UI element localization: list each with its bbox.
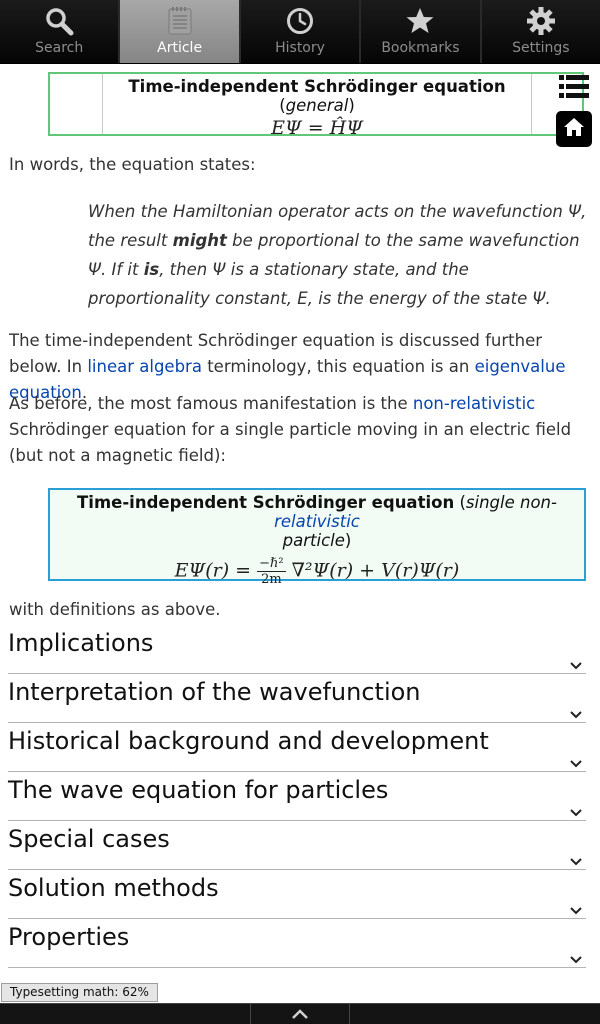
- section-title: Solution methods: [8, 874, 219, 902]
- tab-label: Bookmarks: [381, 40, 460, 56]
- definitions-text: with definitions as above.: [9, 600, 221, 619]
- tab-search[interactable]: Search: [0, 0, 121, 63]
- chevron-down-icon: [568, 806, 584, 820]
- paragraph-non-relativistic: As before, the most famous manifestation…: [9, 394, 572, 465]
- link-linear-algebra[interactable]: linear algebra: [87, 357, 202, 376]
- tab-bookmarks[interactable]: Bookmarks: [361, 0, 482, 63]
- article-content: Time-independent Schrödinger equation (g…: [0, 64, 600, 984]
- section-historical-background[interactable]: Historical background and development: [8, 723, 586, 772]
- list-icon: [559, 74, 589, 104]
- section-title: Properties: [8, 923, 130, 951]
- section-interpretation[interactable]: Interpretation of the wavefunction: [8, 674, 586, 723]
- top-tab-bar: Search Article History Bookmarks Setting…: [0, 0, 600, 64]
- table-of-contents-button[interactable]: [556, 70, 592, 108]
- equation-math: EΨ(r) = −ℏ² 2m ∇²Ψ(r) + V(r)Ψ(r): [174, 556, 460, 587]
- article-icon: [167, 5, 193, 37]
- equation-math: EΨ = ĤΨ: [271, 117, 363, 139]
- tab-label: Search: [35, 40, 84, 56]
- fraction: −ℏ² 2m: [257, 556, 286, 587]
- blockquote: When the Hamiltonian operator acts on th…: [88, 202, 587, 308]
- equation-title: Time-independent Schrödinger equation (s…: [77, 493, 557, 550]
- typesetting-status: Typesetting math: 62%: [1, 983, 158, 1002]
- equation-box-single-particle: Time-independent Schrödinger equation (s…: [48, 488, 586, 587]
- tab-label: History: [275, 40, 325, 56]
- gear-icon: [526, 5, 556, 37]
- scroll-up-button[interactable]: [250, 1004, 350, 1024]
- home-icon: [563, 117, 585, 141]
- section-title: Historical background and development: [8, 727, 489, 755]
- section-implications[interactable]: Implications: [8, 625, 586, 674]
- equation-box-general: Time-independent Schrödinger equation (g…: [48, 72, 584, 139]
- chevron-up-icon: [290, 1005, 310, 1024]
- clock-icon: [285, 5, 315, 37]
- section-title: Interpretation of the wavefunction: [8, 678, 421, 706]
- section-title: Implications: [8, 629, 154, 657]
- tab-label: Settings: [512, 40, 570, 56]
- section-title: Special cases: [8, 825, 170, 853]
- search-icon: [44, 5, 74, 37]
- star-icon: [405, 5, 435, 37]
- chevron-down-icon: [568, 855, 584, 869]
- chevron-down-icon: [568, 708, 584, 722]
- equation-cell: Time-independent Schrödinger equation (g…: [102, 74, 532, 139]
- section-wave-equation[interactable]: The wave equation for particles: [8, 772, 586, 821]
- bottom-bar-left: [0, 1004, 250, 1024]
- section-properties[interactable]: Properties: [8, 919, 586, 968]
- tab-article[interactable]: Article: [120, 0, 241, 63]
- tab-label: Article: [157, 40, 203, 56]
- tab-history[interactable]: History: [240, 0, 362, 63]
- chevron-down-icon: [568, 904, 584, 918]
- tab-settings[interactable]: Settings: [481, 0, 600, 63]
- section-special-cases[interactable]: Special cases: [8, 821, 586, 870]
- home-button[interactable]: [556, 111, 592, 147]
- chevron-down-icon: [568, 757, 584, 771]
- chevron-down-icon: [568, 659, 584, 673]
- chevron-down-icon: [568, 953, 584, 967]
- link-non-relativistic[interactable]: non-relativistic: [413, 394, 535, 413]
- bottom-bar: [0, 1003, 600, 1024]
- bottom-bar-right: [350, 1004, 600, 1024]
- link-relativistic[interactable]: relativistic: [274, 512, 360, 531]
- equation-title: Time-independent Schrödinger equation (g…: [128, 77, 506, 115]
- section-title: The wave equation for particles: [8, 776, 389, 804]
- section-solution-methods[interactable]: Solution methods: [8, 870, 586, 919]
- intro-text: In words, the equation states:: [9, 155, 256, 174]
